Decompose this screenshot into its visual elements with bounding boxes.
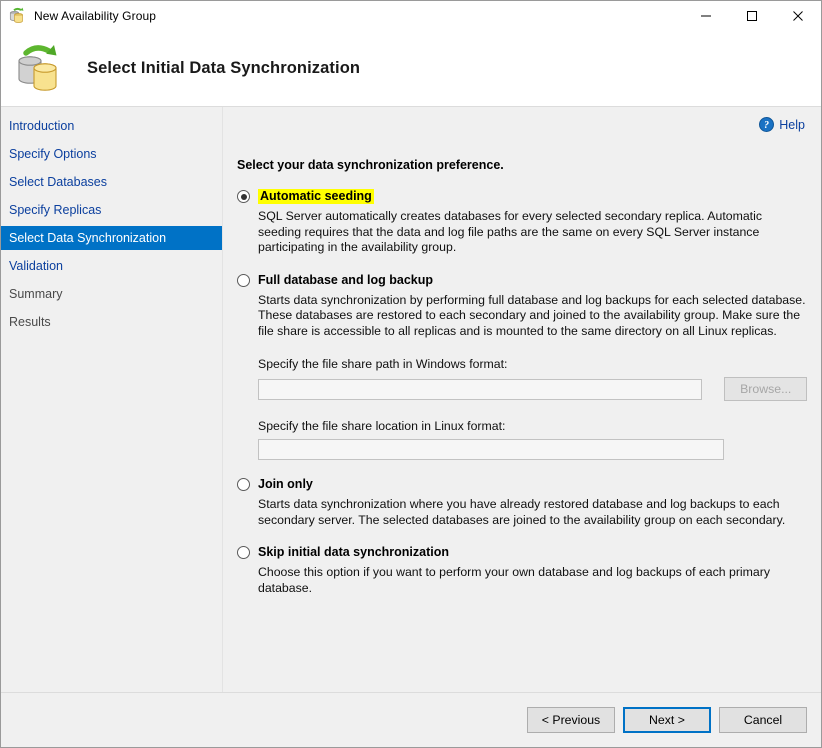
radio-join-only[interactable] bbox=[237, 478, 250, 491]
new-availability-group-window: New Availability Group bbox=[0, 0, 822, 748]
option-skip-sync-description: Choose this option if you want to perfor… bbox=[258, 565, 807, 596]
windows-path-row: Browse... bbox=[258, 377, 807, 401]
radio-full-backup[interactable] bbox=[237, 274, 250, 287]
sidebar-item-select-data-synchronization[interactable]: Select Data Synchronization bbox=[1, 226, 222, 250]
help-link[interactable]: ? Help bbox=[759, 117, 805, 132]
sidebar-item-select-databases[interactable]: Select Databases bbox=[1, 170, 222, 194]
page-title: Select Initial Data Synchronization bbox=[87, 59, 360, 78]
linux-path-block: Specify the file share location in Linux… bbox=[258, 419, 807, 460]
option-skip-sync: Skip initial data synchronization Choose… bbox=[237, 545, 807, 596]
previous-button[interactable]: < Previous bbox=[527, 707, 615, 733]
next-button[interactable]: Next > bbox=[623, 707, 711, 733]
title-bar: New Availability Group bbox=[1, 1, 821, 31]
wizard-sidebar: Introduction Specify Options Select Data… bbox=[1, 107, 223, 692]
data-sync-databases-icon bbox=[11, 41, 69, 97]
help-row: ? Help bbox=[235, 107, 807, 132]
sidebar-item-specify-options[interactable]: Specify Options bbox=[1, 142, 222, 166]
option-skip-sync-label[interactable]: Skip initial data synchronization bbox=[258, 545, 449, 560]
radio-automatic-seeding[interactable] bbox=[237, 190, 250, 203]
option-join-only: Join only Starts data synchronization wh… bbox=[237, 477, 807, 528]
content-pane: ? Help Select your data synchronization … bbox=[223, 107, 821, 692]
sidebar-item-summary: Summary bbox=[1, 282, 222, 306]
sidebar-item-specify-replicas[interactable]: Specify Replicas bbox=[1, 198, 222, 222]
option-full-backup-label[interactable]: Full database and log backup bbox=[258, 273, 433, 288]
window-title: New Availability Group bbox=[34, 9, 156, 23]
dialog-body: Introduction Specify Options Select Data… bbox=[1, 107, 821, 692]
option-full-backup-head[interactable]: Full database and log backup bbox=[237, 273, 807, 288]
linux-path-row bbox=[258, 439, 807, 460]
windows-path-block: Specify the file share path in Windows f… bbox=[258, 357, 807, 401]
option-full-backup: Full database and log backup Starts data… bbox=[237, 273, 807, 461]
cancel-button[interactable]: Cancel bbox=[719, 707, 807, 733]
option-automatic-seeding: Automatic seeding SQL Server automatical… bbox=[237, 189, 807, 256]
option-automatic-seeding-head[interactable]: Automatic seeding bbox=[237, 189, 807, 204]
linux-path-label: Specify the file share location in Linux… bbox=[258, 419, 807, 433]
minimize-icon[interactable] bbox=[683, 1, 729, 31]
help-label: Help bbox=[779, 118, 805, 132]
dialog-footer: < Previous Next > Cancel bbox=[1, 692, 821, 747]
database-group-icon bbox=[7, 6, 27, 26]
section-heading: Select your data synchronization prefere… bbox=[237, 158, 807, 172]
option-automatic-seeding-label[interactable]: Automatic seeding bbox=[258, 189, 374, 204]
windows-path-input[interactable] bbox=[258, 379, 702, 400]
radio-skip-sync[interactable] bbox=[237, 546, 250, 559]
option-skip-sync-head[interactable]: Skip initial data synchronization bbox=[237, 545, 807, 560]
page-header: Select Initial Data Synchronization bbox=[1, 31, 821, 107]
sidebar-item-validation[interactable]: Validation bbox=[1, 254, 222, 278]
svg-text:?: ? bbox=[764, 120, 769, 131]
option-join-only-description: Starts data synchronization where you ha… bbox=[258, 497, 807, 528]
sidebar-item-results: Results bbox=[1, 310, 222, 334]
maximize-icon[interactable] bbox=[729, 1, 775, 31]
option-full-backup-description: Starts data synchronization by performin… bbox=[258, 293, 807, 340]
option-automatic-seeding-description: SQL Server automatically creates databas… bbox=[258, 209, 807, 256]
close-icon[interactable] bbox=[775, 1, 821, 31]
option-join-only-label[interactable]: Join only bbox=[258, 477, 313, 492]
sidebar-item-introduction[interactable]: Introduction bbox=[1, 114, 222, 138]
windows-path-label: Specify the file share path in Windows f… bbox=[258, 357, 807, 371]
linux-path-input[interactable] bbox=[258, 439, 724, 460]
help-question-icon: ? bbox=[759, 117, 774, 132]
option-join-only-head[interactable]: Join only bbox=[237, 477, 807, 492]
window-controls bbox=[683, 1, 821, 31]
browse-button[interactable]: Browse... bbox=[724, 377, 807, 401]
